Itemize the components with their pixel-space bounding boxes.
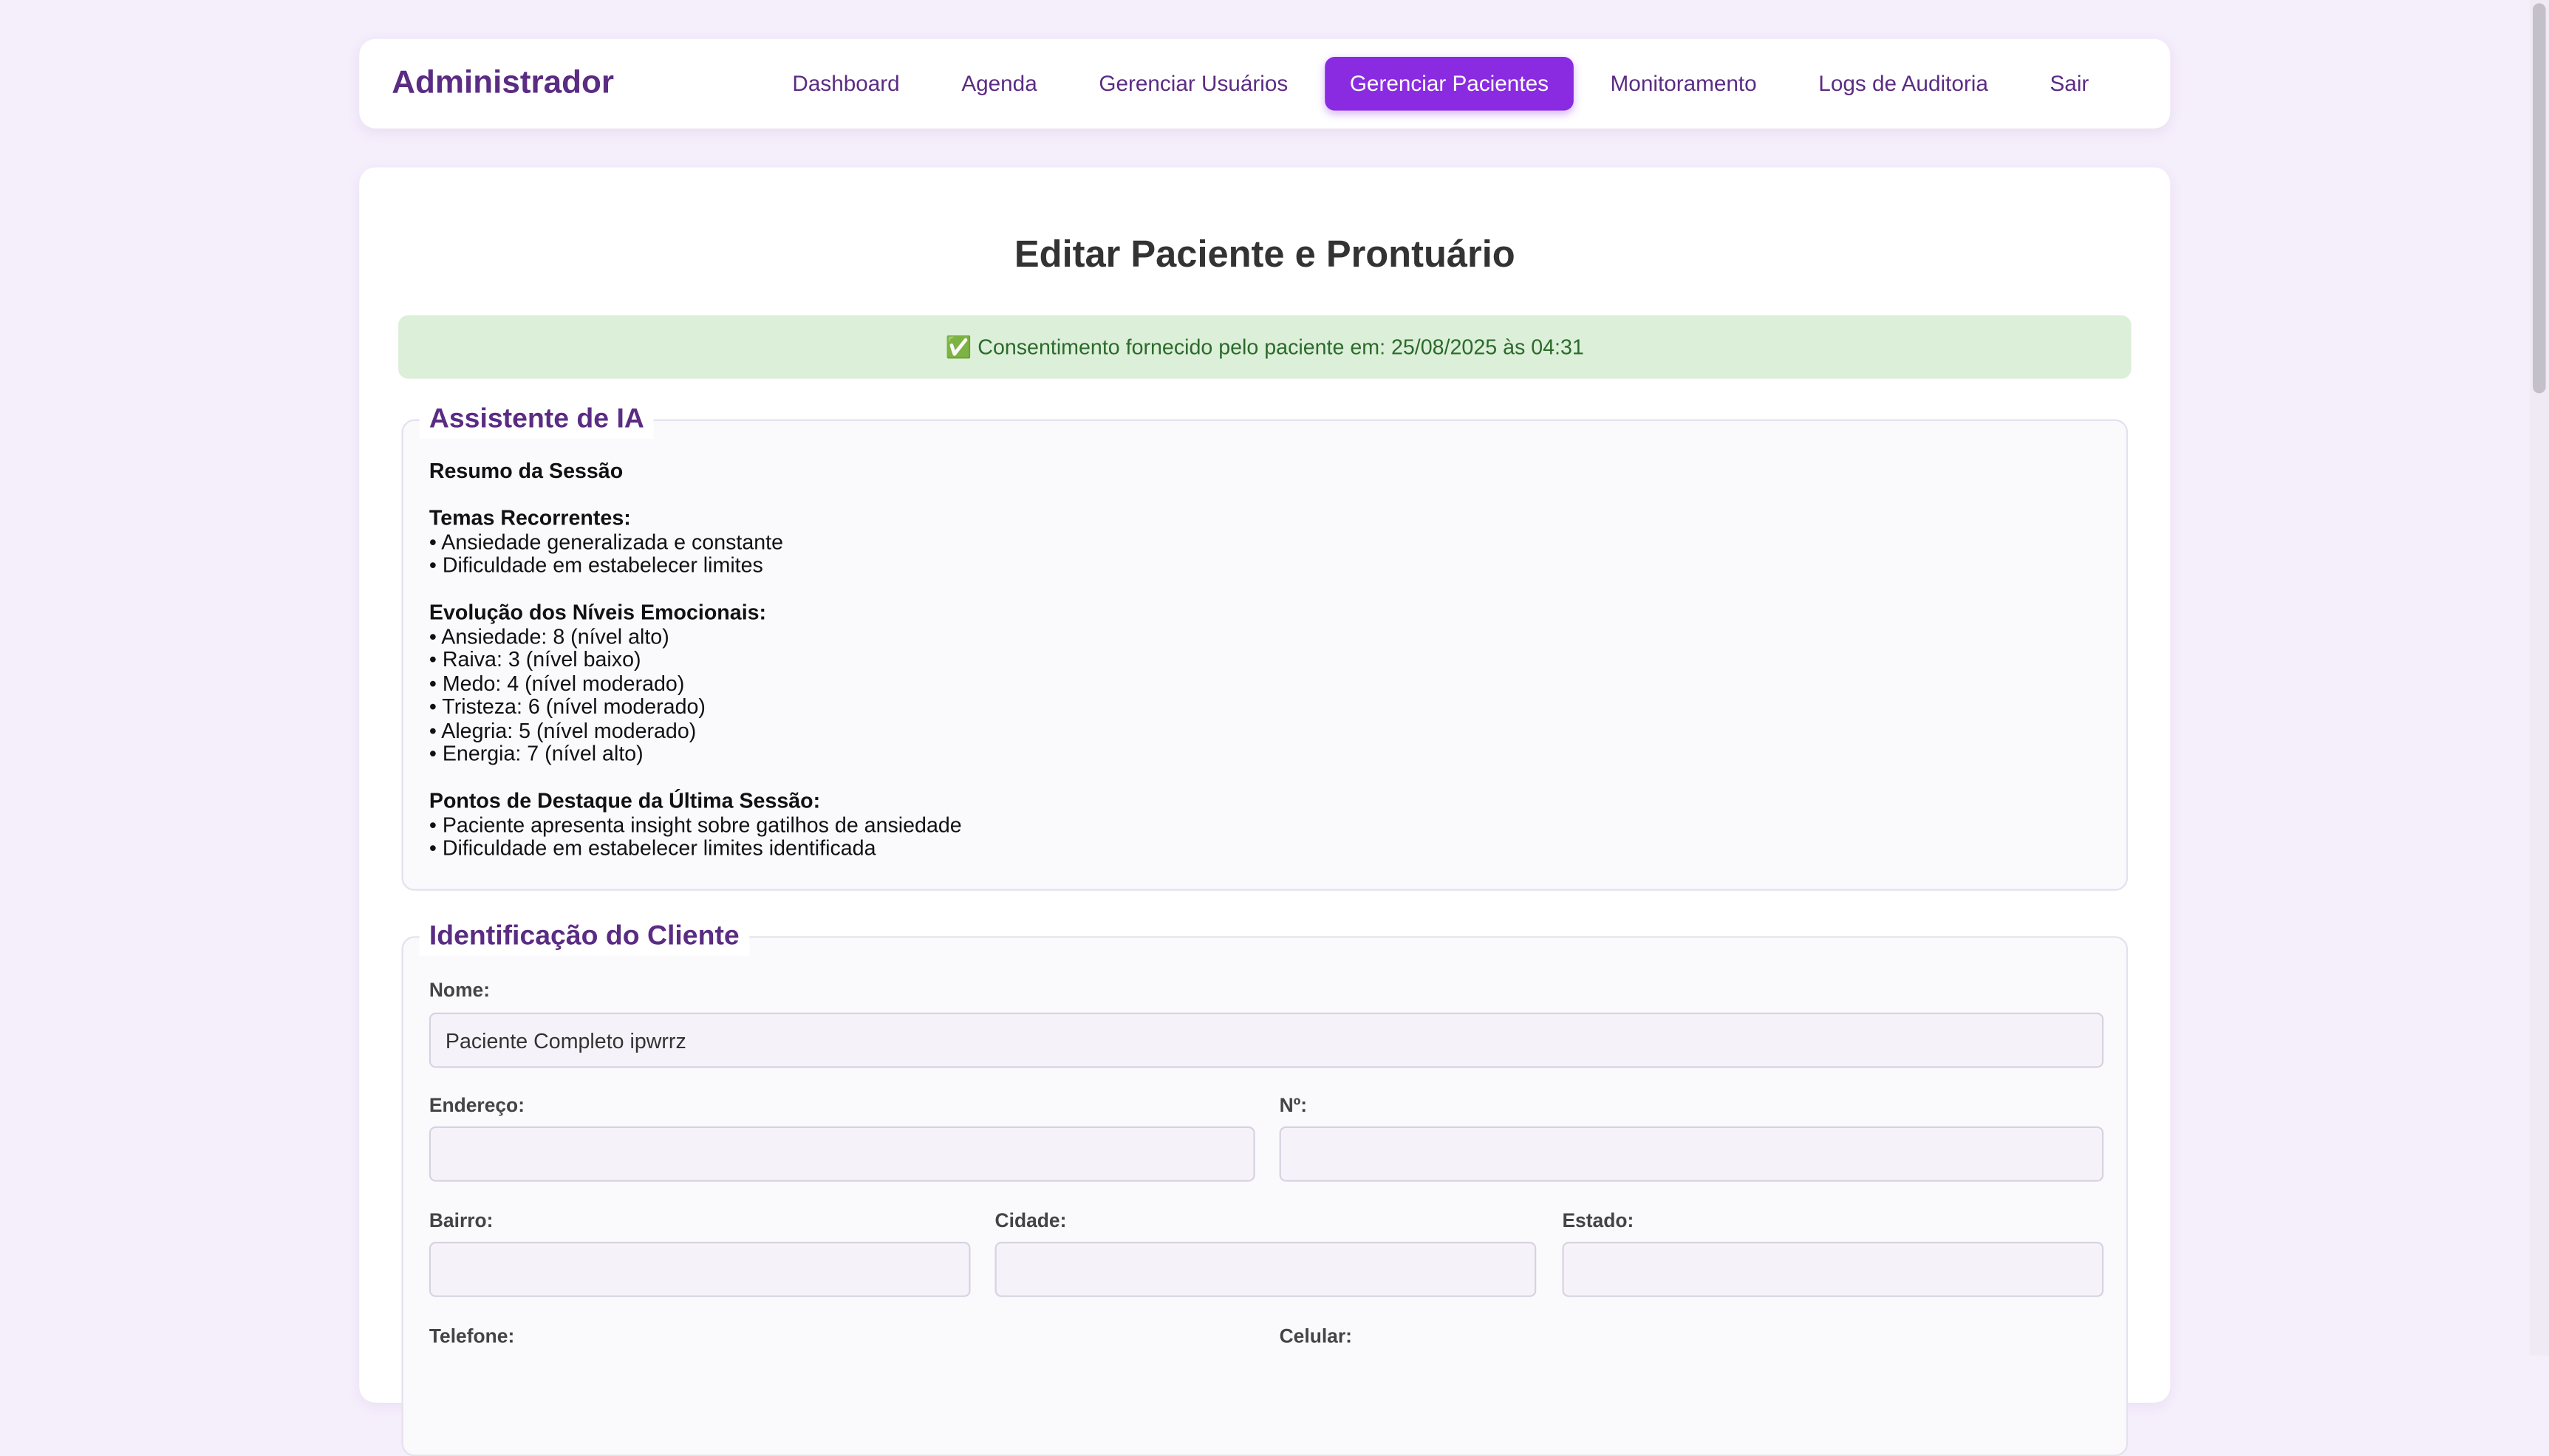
district-label: Bairro:: [429, 1209, 494, 1232]
ai-assistant-section: Assistente de IA Resumo da Sessão Temas …: [401, 400, 2129, 891]
ai-summary: Resumo da Sessão Temas Recorrentes: • An…: [429, 458, 962, 861]
state-input[interactable]: [1562, 1241, 2104, 1297]
nav-links: Dashboard Agenda Gerenciar Usuários Gere…: [768, 57, 2113, 111]
nav-link-audit-logs[interactable]: Logs de Auditoria: [1794, 57, 2013, 111]
scrollbar-thumb[interactable]: [2532, 3, 2546, 394]
emotion-item: • Tristeza: 6 (nível moderado): [429, 694, 706, 719]
emotion-item: • Alegria: 5 (nível moderado): [429, 717, 697, 742]
client-identification-section: Identificação do Cliente Nome: Endereço:…: [401, 916, 2129, 1456]
mobile-label: Celular:: [1279, 1325, 1352, 1348]
emotion-item: • Ansiedade: 8 (nível alto): [429, 623, 669, 648]
ai-assistant-legend: Assistente de IA: [419, 400, 655, 440]
emotion-item: • Energia: 7 (nível alto): [429, 741, 644, 766]
emotion-item: • Raiva: 3 (nível baixo): [429, 646, 641, 671]
consent-banner: ✅ Consentimento fornecido pelo paciente …: [398, 315, 2132, 379]
phone-label: Telefone:: [429, 1325, 515, 1348]
city-label: Cidade:: [994, 1209, 1067, 1232]
brand-title: Administrador: [392, 65, 615, 101]
district-input[interactable]: [429, 1241, 971, 1297]
page-title: Editar Paciente e Prontuário: [1014, 232, 1515, 275]
nav-link-monitoring[interactable]: Monitoramento: [1586, 57, 1781, 111]
name-input[interactable]: [429, 1012, 2104, 1068]
nav-link-dashboard[interactable]: Dashboard: [768, 57, 924, 111]
nav-link-manage-patients[interactable]: Gerenciar Pacientes: [1325, 57, 1573, 111]
emotions-title: Evolução dos Níveis Emocionais:: [429, 599, 767, 624]
client-identification-legend: Identificação do Cliente: [419, 916, 749, 956]
top-navbar: Administrador Dashboard Agenda Gerenciar…: [359, 38, 2171, 129]
highlight-item: • Paciente apresenta insight sobre gatil…: [429, 812, 962, 837]
nav-link-logout[interactable]: Sair: [2025, 57, 2113, 111]
scrollbar-track[interactable]: [2529, 0, 2549, 1356]
highlights-title: Pontos de Destaque da Última Sessão:: [429, 788, 821, 813]
number-label: Nº:: [1279, 1093, 1308, 1117]
nav-link-agenda[interactable]: Agenda: [937, 57, 1061, 111]
name-label: Nome:: [429, 978, 491, 1002]
city-input[interactable]: [994, 1241, 1537, 1297]
address-label: Endereço:: [429, 1093, 525, 1117]
theme-item: • Ansiedade generalizada e constante: [429, 529, 784, 554]
number-input[interactable]: [1279, 1126, 2104, 1182]
page-root: Administrador Dashboard Agenda Gerenciar…: [0, 0, 2549, 1456]
summary-title: Resumo da Sessão: [429, 458, 624, 483]
state-label: Estado:: [1562, 1209, 1634, 1232]
edit-patient-card: Editar Paciente e Prontuário ✅ Consentim…: [359, 167, 2171, 1456]
nav-link-manage-users[interactable]: Gerenciar Usuários: [1074, 57, 1312, 111]
address-input[interactable]: [429, 1126, 1255, 1182]
emotion-item: • Medo: 4 (nível moderado): [429, 670, 685, 695]
highlight-item: • Dificuldade em estabelecer limites ide…: [429, 835, 876, 860]
theme-item: • Dificuldade em estabelecer limites: [429, 553, 763, 578]
themes-title: Temas Recorrentes:: [429, 505, 631, 530]
